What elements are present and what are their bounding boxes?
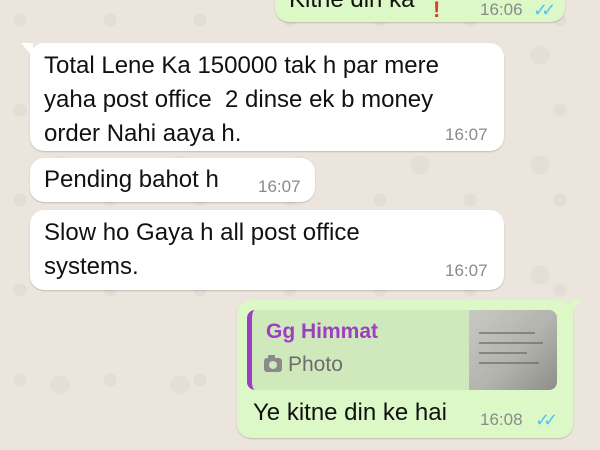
message-time: 16:07 (445, 261, 488, 280)
double-check-icon: ✓✓ (535, 410, 558, 430)
thumbnail-line (479, 342, 543, 344)
exclamation-icon: ! (433, 0, 441, 22)
quote-media-type: Photo (288, 353, 343, 376)
quoted-photo-thumbnail (469, 310, 557, 390)
message-text: Ye kitne din ke hai (253, 399, 447, 426)
message-text: Kitne din ka (289, 0, 414, 17)
thumbnail-line (479, 362, 539, 364)
quote-author: Gg Himmat (266, 320, 379, 343)
quoted-message[interactable]: Gg Himmat Photo (247, 310, 557, 390)
message-text: Slow ho Gaya h all post office systems. (44, 219, 360, 280)
camera-icon (264, 355, 282, 372)
thumbnail-line (479, 332, 535, 334)
quote-media-label: Photo (264, 352, 343, 378)
message-bubble-incoming[interactable]: Pending bahot h 16:07 (30, 158, 315, 202)
message-bubble-incoming[interactable]: Slow ho Gaya h all post office systems. … (30, 210, 504, 290)
message-bubble-outgoing[interactable]: Kitne din ka ! 16:06 ✓✓ (275, 0, 565, 22)
bubble-tail (570, 300, 582, 314)
message-time: 16:08 (480, 410, 523, 429)
message-bubble-outgoing[interactable]: Gg Himmat Photo Ye kitne din ke hai 16:0… (237, 300, 582, 438)
thumbnail-line (479, 352, 527, 354)
message-bubble-incoming[interactable]: Total Lene Ka 150000 tak h par mere yaha… (21, 43, 504, 151)
bubble-tail (21, 43, 33, 57)
message-time: 16:07 (445, 125, 488, 144)
message-text: Total Lene Ka 150000 tak h par mere yaha… (44, 52, 439, 147)
message-time: 16:06 (480, 0, 523, 19)
message-text: Pending bahot h (44, 166, 219, 193)
double-check-icon: ✓✓ (533, 0, 556, 20)
message-time: 16:07 (258, 177, 301, 196)
